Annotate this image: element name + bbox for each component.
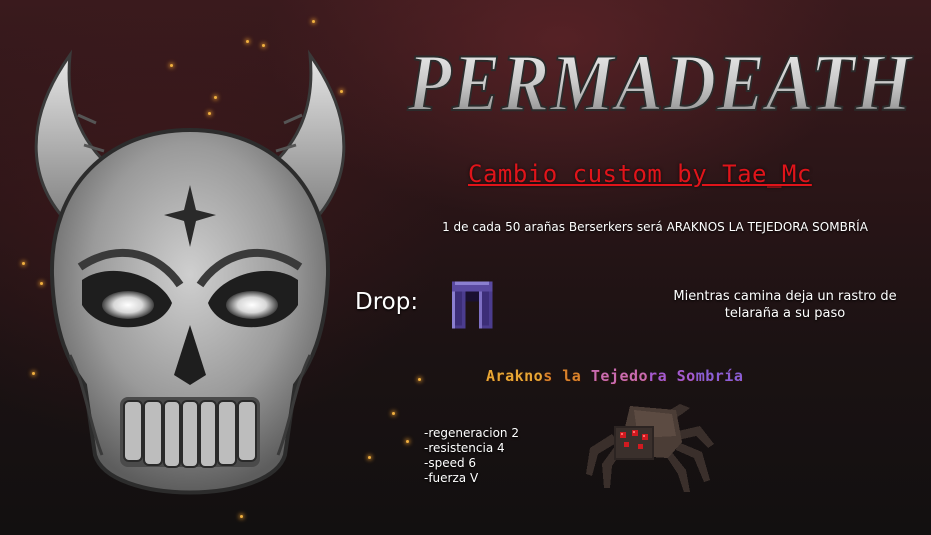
spawn-chance-text: 1 de cada 50 arañas Berserkers será ARAK…: [442, 220, 868, 234]
boss-name-text: Araknos la Tejedora Sombría: [486, 367, 744, 385]
horned-skull-icon: [34, 49, 346, 495]
ember-spark: [406, 440, 409, 443]
drop-label: Drop:: [355, 289, 419, 315]
spider-icon: [586, 404, 714, 492]
subtitle: Cambio custom by Tae_Mc: [468, 160, 812, 188]
stat-item: -fuerza V: [424, 471, 479, 485]
stat-item: -resistencia 4: [424, 441, 505, 455]
ember-spark: [392, 412, 395, 415]
stat-item: -speed 6: [424, 456, 477, 470]
ember-spark: [312, 20, 315, 23]
netherite-leggings-icon: [451, 281, 493, 329]
logo-text: PERMADEATH: [407, 37, 914, 128]
boss-name: Araknos la Tejedora Sombría: [486, 367, 743, 385]
poster: PERMADEATH Cambio custom by Tae_Mc 1 de …: [0, 0, 931, 535]
trail-note: Mientras camina deja un rastro de telara…: [673, 289, 897, 321]
permadeath-logo: PERMADEATH: [406, 36, 914, 129]
boss-stats: -regeneracion 2 -resistencia 4 -speed 6 …: [424, 426, 519, 486]
ember-spark: [418, 378, 421, 381]
stat-item: -regeneracion 2: [424, 426, 519, 440]
